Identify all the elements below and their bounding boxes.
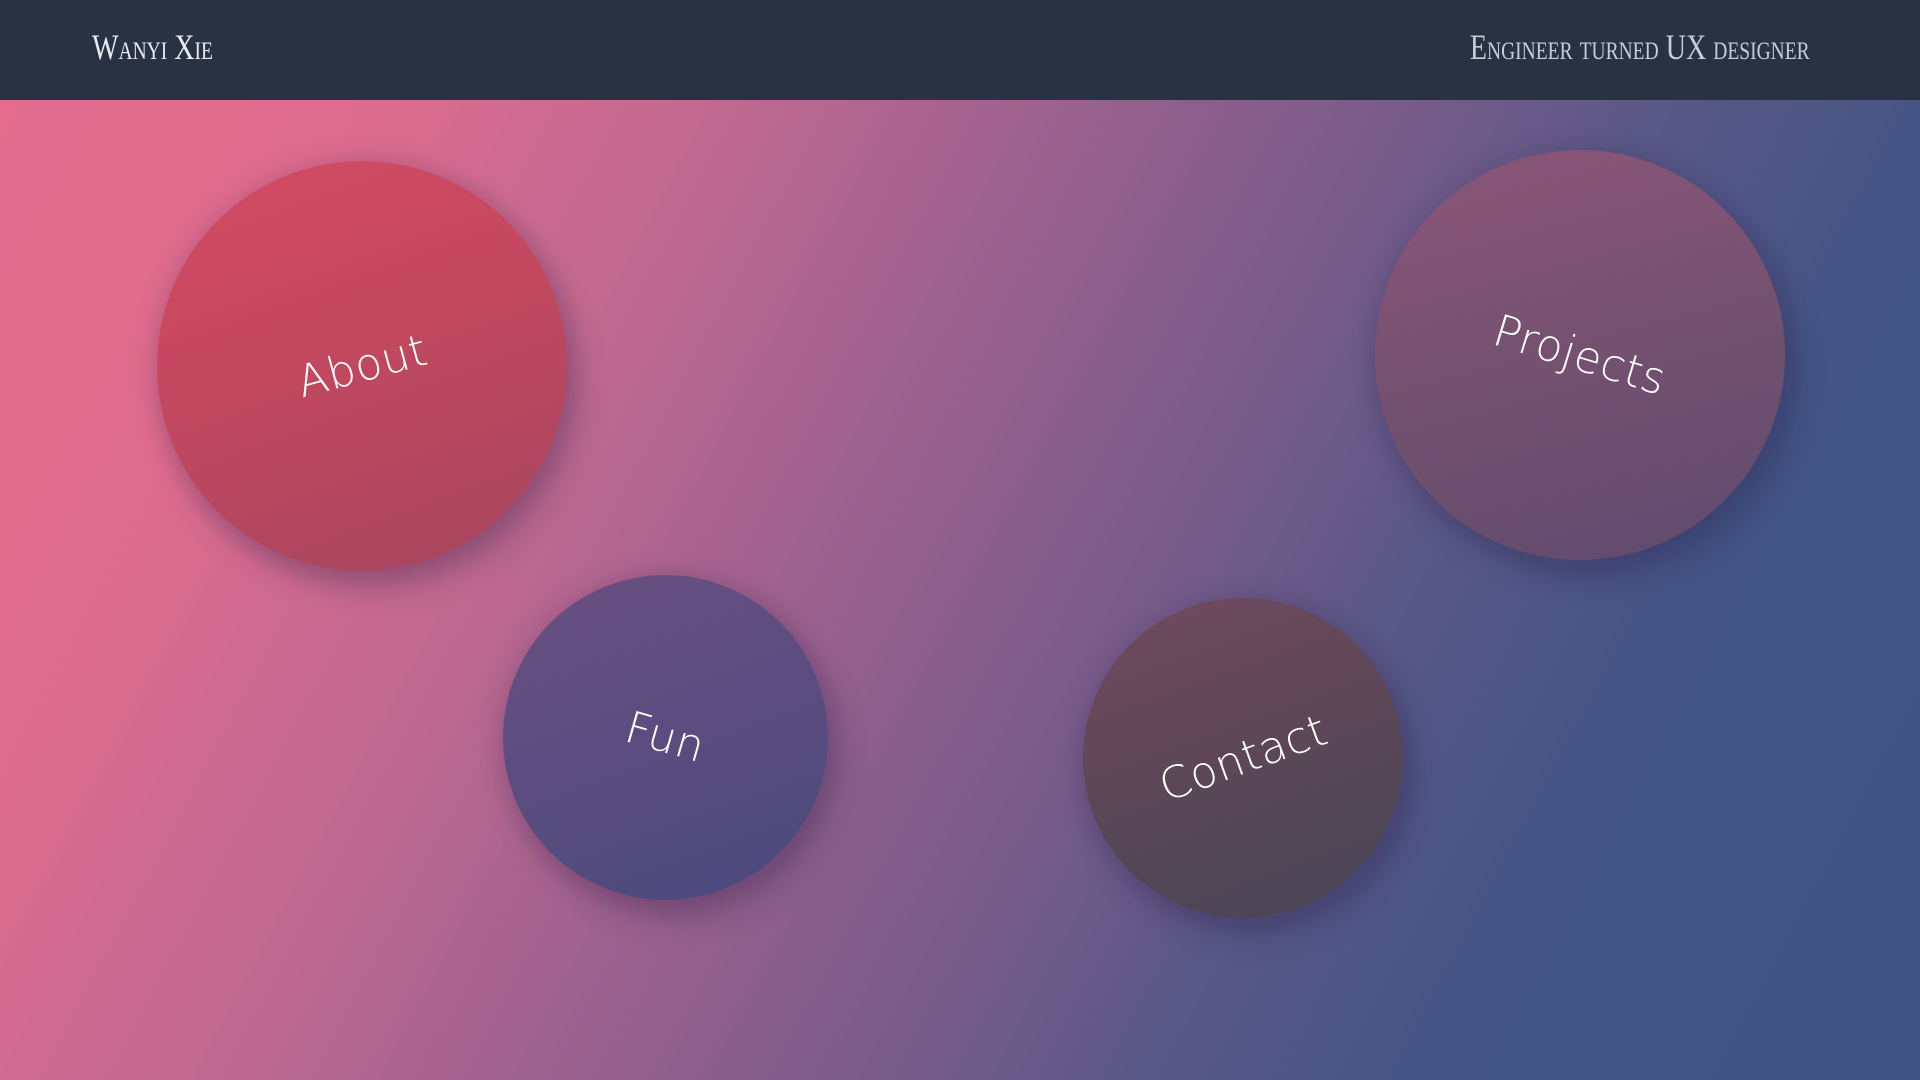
bubble-stage: About Projects Fun Contact [0, 100, 1920, 1080]
site-tagline: Engineer turned UX designer [1470, 27, 1810, 67]
contact-bubble-button[interactable]: Contact [1083, 598, 1403, 918]
about-bubble-button[interactable]: About [157, 161, 567, 571]
fun-bubble-button[interactable]: Fun [503, 575, 828, 900]
projects-label: Projects [1487, 304, 1673, 406]
top-bar: Wanyi Xie Engineer turned UX designer [0, 0, 1920, 100]
site-brand[interactable]: Wanyi Xie [92, 26, 213, 68]
fun-label: Fun [619, 701, 712, 774]
page: Wanyi Xie Engineer turned UX designer Ab… [0, 0, 1920, 1080]
about-label: About [291, 324, 433, 408]
projects-bubble-button[interactable]: Projects [1375, 150, 1785, 560]
contact-label: Contact [1152, 704, 1334, 812]
